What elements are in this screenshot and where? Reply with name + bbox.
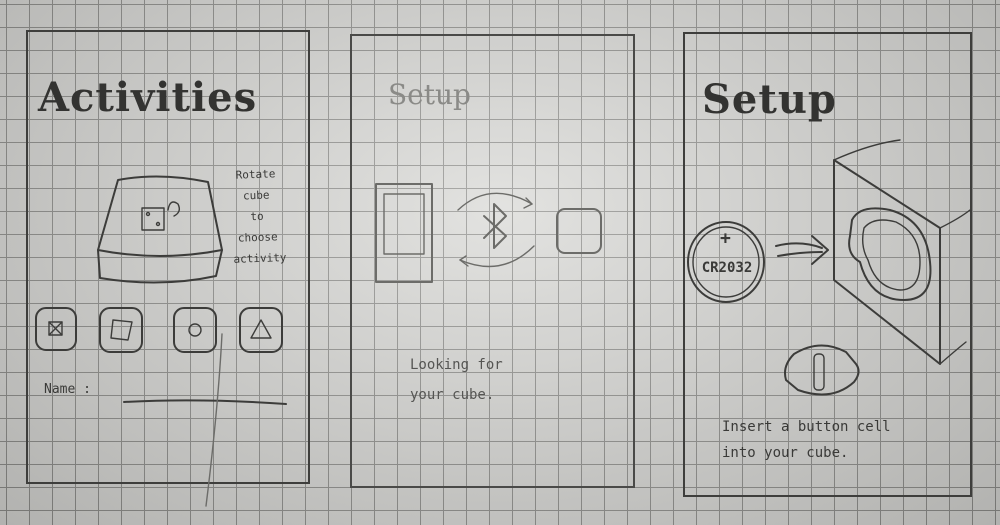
phone-illustration bbox=[375, 183, 433, 283]
paper-crease bbox=[205, 333, 223, 507]
setup-title: Setup bbox=[702, 76, 837, 123]
cube-illustration bbox=[97, 175, 223, 284]
activities-title: Activities bbox=[38, 74, 258, 121]
hint-line: choose bbox=[237, 230, 278, 245]
setup-title-faint: Setup bbox=[388, 78, 471, 111]
activity-button-triangle[interactable] bbox=[238, 306, 286, 356]
hint-line: activity bbox=[233, 251, 287, 266]
cube-battery-slot bbox=[833, 139, 971, 365]
battery-cover-icon bbox=[784, 344, 860, 396]
status-line: Looking for bbox=[410, 357, 503, 373]
name-label: Name : bbox=[44, 382, 91, 397]
insert-arrow bbox=[775, 235, 829, 265]
hint-line: cube bbox=[242, 188, 270, 203]
rotate-hint: Rotate cube to choose activity bbox=[230, 163, 287, 270]
dice-icon bbox=[48, 321, 63, 336]
status-line: your cube. bbox=[410, 387, 495, 403]
battery-label: CR2032 bbox=[701, 260, 753, 276]
searching-status: Looking for your cube. bbox=[410, 350, 503, 410]
cube-face-icon bbox=[142, 208, 143, 209]
battery-plus-sign: + bbox=[720, 228, 731, 249]
bluetooth-sync bbox=[457, 192, 535, 268]
activity-button-square[interactable] bbox=[98, 306, 146, 356]
bluetooth-icon bbox=[483, 203, 507, 249]
instruction-line: into your cube. bbox=[722, 445, 849, 461]
instruction-line: Insert a button cell bbox=[722, 419, 891, 435]
activity-button-dice[interactable] bbox=[34, 306, 80, 354]
battery-instruction: Insert a button cell into your cube. bbox=[722, 414, 891, 466]
cube-target-icon bbox=[556, 208, 602, 254]
hint-line: Rotate bbox=[235, 167, 276, 182]
square-icon bbox=[110, 319, 133, 341]
triangle-icon bbox=[250, 319, 272, 339]
hint-line: to bbox=[250, 209, 264, 224]
